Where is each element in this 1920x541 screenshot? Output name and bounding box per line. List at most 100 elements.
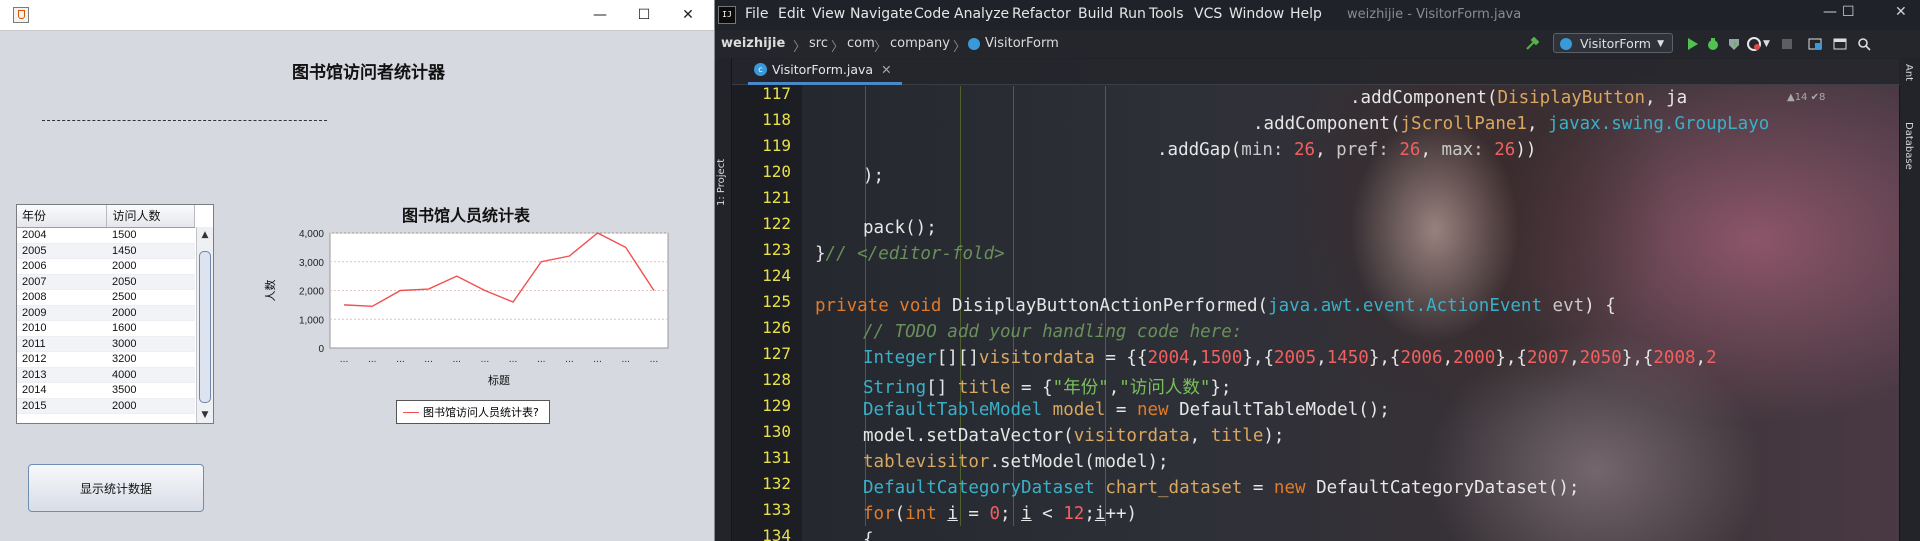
- show-stats-button[interactable]: 显示统计数据: [28, 464, 204, 512]
- window-title: weizhijie - VisitorForm.java: [1347, 7, 1522, 22]
- menu-code[interactable]: Code: [914, 6, 950, 22]
- layout-icon[interactable]: [1833, 37, 1847, 51]
- cell-year[interactable]: 2009: [17, 306, 107, 321]
- cell-visitors[interactable]: 3500: [107, 383, 194, 398]
- maximize-button[interactable]: ☐: [622, 0, 666, 30]
- ant-tool-button[interactable]: Ant: [1903, 64, 1914, 81]
- debug-icon[interactable]: [1706, 37, 1720, 51]
- cell-visitors[interactable]: 3000: [107, 337, 194, 352]
- cell-visitors[interactable]: 1450: [107, 244, 194, 259]
- run-icon[interactable]: [1685, 37, 1699, 51]
- stop-icon[interactable]: [1780, 37, 1794, 51]
- project-tool-button[interactable]: 1: Project: [716, 159, 727, 206]
- cell-year[interactable]: 2013: [17, 368, 107, 383]
- menu-vcs[interactable]: VCS: [1194, 6, 1222, 22]
- x-tick-label: ...: [537, 355, 546, 365]
- table-row[interactable]: 2005 1450: [17, 243, 195, 259]
- menu-tools[interactable]: Tools: [1149, 6, 1184, 22]
- profile-icon[interactable]: [1747, 37, 1761, 51]
- cell-year[interactable]: 2010: [17, 321, 107, 336]
- menu-analyze[interactable]: Analyze: [954, 6, 1009, 22]
- ide-close-button[interactable]: ✕: [1895, 4, 1907, 20]
- cell-visitors[interactable]: 3200: [107, 352, 194, 367]
- line-number: 120: [762, 162, 791, 181]
- menu-refactor[interactable]: Refactor: [1012, 6, 1071, 22]
- table-row[interactable]: 2010 1600: [17, 321, 195, 337]
- scroll-down-icon[interactable]: ▼: [200, 409, 210, 421]
- breadcrumb-class[interactable]: VisitorForm: [985, 36, 1059, 51]
- cell-year[interactable]: 2014: [17, 383, 107, 398]
- close-button[interactable]: ✕: [666, 0, 710, 30]
- table-row[interactable]: 2006 2000: [17, 259, 195, 275]
- table-row[interactable]: 2008 2500: [17, 290, 195, 306]
- column-header-year[interactable]: 年份: [17, 205, 108, 227]
- database-tool-button[interactable]: Database: [1903, 122, 1914, 170]
- line-chart: 0 1,000 2,000 3,000 4,000...................…: [264, 229, 669, 387]
- menu-run[interactable]: Run: [1119, 6, 1146, 22]
- run-configuration-select[interactable]: VisitorForm ▼: [1553, 33, 1673, 53]
- table-row[interactable]: 2009 2000: [17, 305, 195, 321]
- cell-visitors[interactable]: 2500: [107, 290, 194, 305]
- breadcrumb-company[interactable]: company: [890, 36, 950, 51]
- cell-year[interactable]: 2005: [17, 244, 107, 259]
- swing-title-bar: — ☐ ✕: [0, 0, 714, 31]
- chevron-down-icon[interactable]: ▼: [1763, 39, 1770, 49]
- cell-visitors[interactable]: 1500: [107, 228, 194, 243]
- left-tool-strip: 1: Project: [715, 58, 732, 541]
- menu-edit[interactable]: Edit: [778, 6, 805, 22]
- table-scrollbar[interactable]: ▲ ▼: [196, 227, 213, 423]
- ide-minimize-button[interactable]: —: [1823, 4, 1837, 20]
- cell-visitors[interactable]: 1600: [107, 321, 194, 336]
- chevron-down-icon: ▼: [1657, 39, 1664, 49]
- table-row[interactable]: 2014 3500: [17, 383, 195, 399]
- cell-year[interactable]: 2004: [17, 228, 107, 243]
- code-line-118: .addComponent(jScrollPane1, javax.swing.…: [1253, 114, 1770, 134]
- x-tick-label: ...: [650, 355, 659, 365]
- scrollbar-thumb[interactable]: [199, 251, 211, 403]
- code-line-120: );: [863, 166, 885, 186]
- ide-maximize-button[interactable]: ☐: [1842, 4, 1855, 20]
- menu-file[interactable]: File: [745, 6, 768, 22]
- table-row[interactable]: 2012 3200: [17, 352, 195, 368]
- cell-visitors[interactable]: 2000: [107, 306, 194, 321]
- coverage-icon[interactable]: [1727, 37, 1741, 51]
- code-line-128: String[] title = {"年份","访问人数"};: [863, 378, 1232, 398]
- menu-build[interactable]: Build: [1078, 6, 1113, 22]
- column-header-visitors[interactable]: 访问人数: [107, 205, 195, 227]
- table-row[interactable]: 2011 3000: [17, 336, 195, 352]
- line-number: 121: [762, 188, 791, 207]
- cell-visitors[interactable]: 2050: [107, 275, 194, 290]
- cell-visitors[interactable]: 4000: [107, 368, 194, 383]
- table-row[interactable]: 2013 4000: [17, 367, 195, 383]
- breadcrumb-project[interactable]: weizhijie: [721, 36, 785, 51]
- menu-view[interactable]: View: [812, 6, 845, 22]
- menu-help[interactable]: Help: [1290, 6, 1322, 22]
- code-editor[interactable]: .addComponent(DisiplayButton, ja .addCom…: [805, 86, 1900, 541]
- search-icon[interactable]: [1857, 37, 1871, 51]
- table-row[interactable]: 2015 2000: [17, 398, 195, 414]
- minimize-button[interactable]: —: [578, 0, 622, 30]
- line-number: 130: [762, 422, 791, 441]
- breadcrumb-src[interactable]: src: [809, 36, 828, 51]
- cell-year[interactable]: 2006: [17, 259, 107, 274]
- build-hammer-icon[interactable]: [1525, 37, 1539, 51]
- cell-year[interactable]: 2011: [17, 337, 107, 352]
- menu-window[interactable]: Window: [1229, 6, 1284, 22]
- cell-year[interactable]: 2008: [17, 290, 107, 305]
- cell-visitors[interactable]: 2000: [107, 399, 194, 414]
- menu-bar: IJ File Edit View Navigate Code Analyze Refact…: [715, 0, 1920, 30]
- table-row[interactable]: 2004 1500: [17, 228, 195, 244]
- tab-visitorform[interactable]: c VisitorForm.java ✕: [748, 58, 902, 85]
- scroll-up-icon[interactable]: ▲: [200, 229, 210, 241]
- table-row[interactable]: 2007 2050: [17, 274, 195, 290]
- project-structure-icon[interactable]: [1808, 37, 1822, 51]
- menu-navigate[interactable]: Navigate: [850, 6, 913, 22]
- cell-year[interactable]: 2015: [17, 399, 107, 414]
- cell-year[interactable]: 2012: [17, 352, 107, 367]
- visitor-table[interactable]: 年份 访问人数 2004 1500 2005 1450 2006 2000 2007 2050…: [16, 204, 214, 424]
- cell-visitors[interactable]: 2000: [107, 259, 194, 274]
- cell-year[interactable]: 2007: [17, 275, 107, 290]
- breadcrumb-com[interactable]: com: [847, 36, 875, 51]
- close-tab-icon[interactable]: ✕: [881, 62, 891, 77]
- run-config-label: VisitorForm: [1580, 36, 1651, 51]
